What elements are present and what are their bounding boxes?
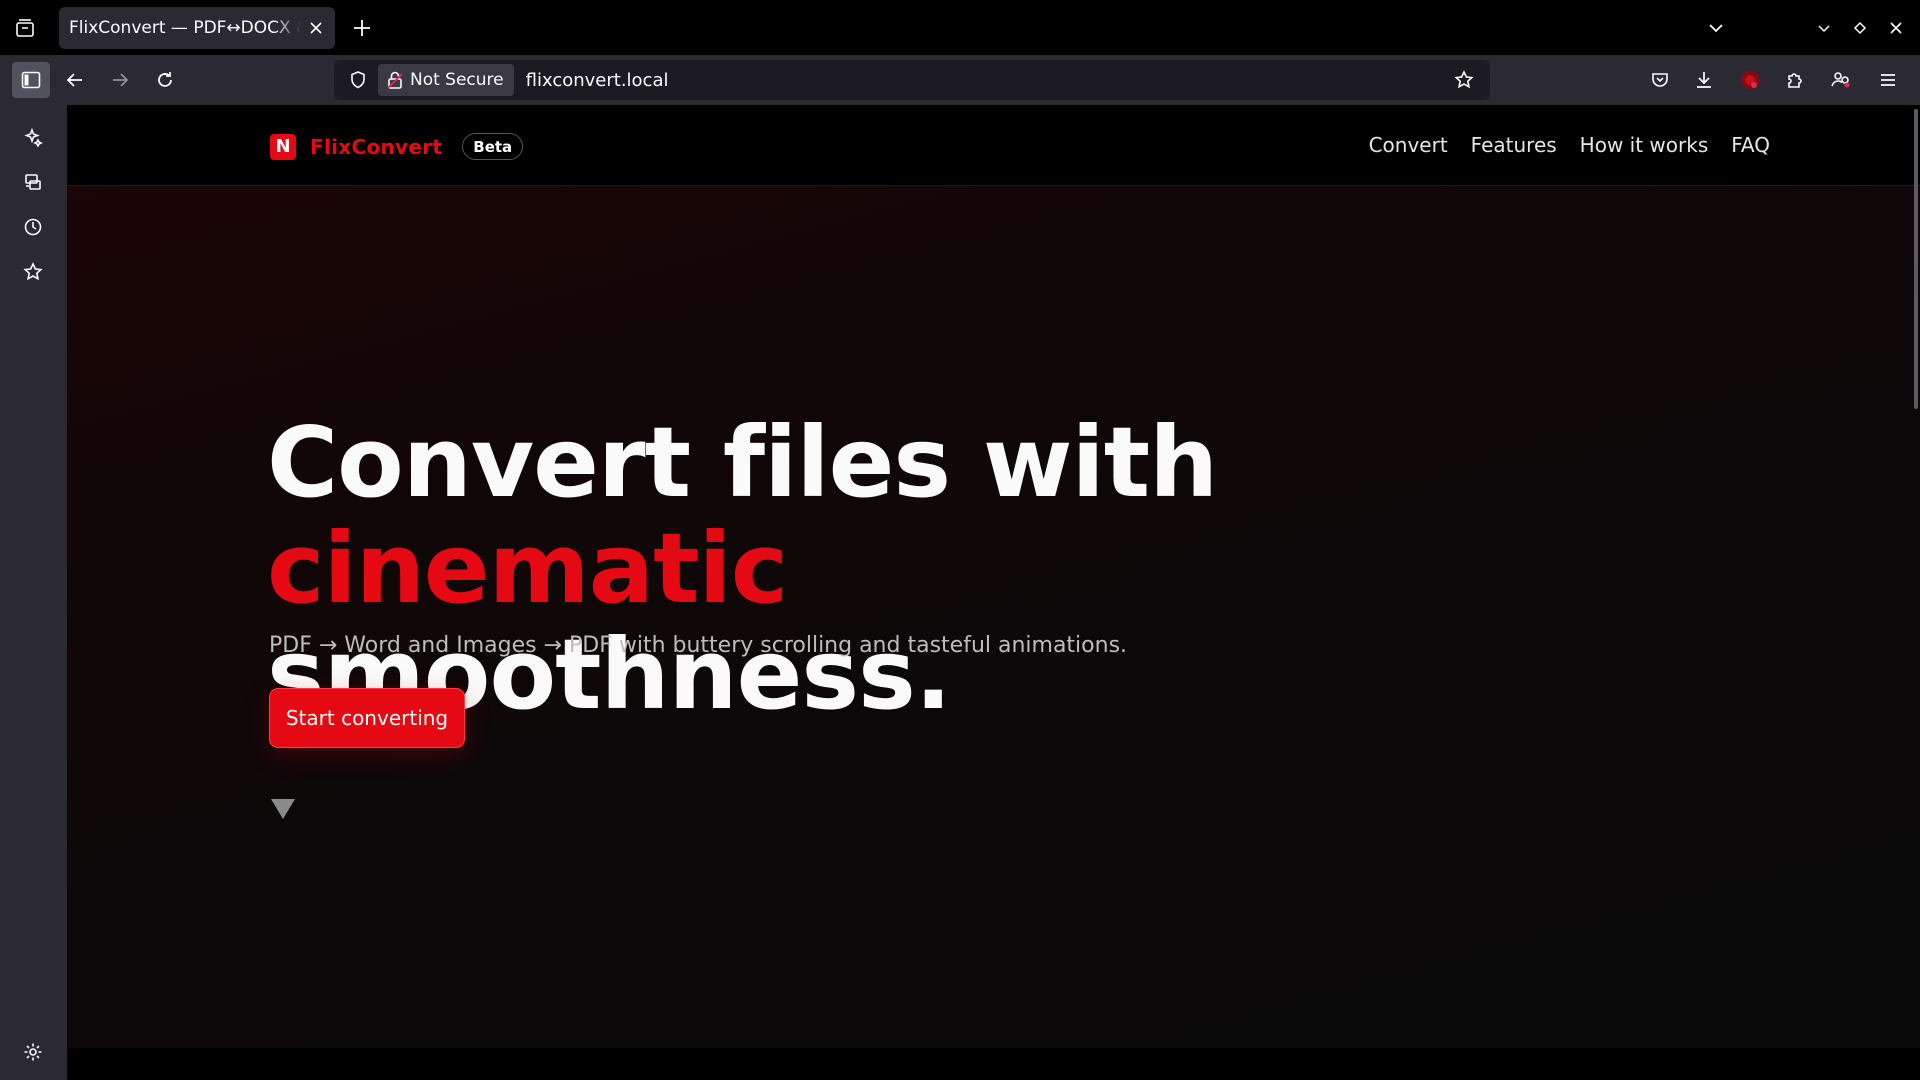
history-button[interactable]: [15, 209, 51, 245]
list-all-tabs-button[interactable]: [1698, 10, 1734, 46]
account-icon: [1831, 72, 1850, 88]
page-scrollbar[interactable]: [1912, 105, 1920, 1080]
site-header: N FlixConvert Beta Convert Features How …: [67, 105, 1920, 186]
arrow-right-icon: [113, 73, 129, 87]
tab-close-button[interactable]: [305, 17, 327, 39]
site-nav: Convert Features How it works FAQ: [1369, 133, 1770, 157]
minimize-icon: [1818, 24, 1830, 32]
bookmarks-icon: [23, 262, 43, 281]
security-label: Not Secure: [410, 70, 504, 90]
puzzle-icon: [1788, 73, 1802, 88]
extension-icon: [1741, 71, 1759, 89]
tab-overview-icon: [16, 18, 34, 37]
nav-link-how-it-works[interactable]: How it works: [1580, 133, 1709, 157]
hero-subtitle: PDF → Word and Images → PDF with buttery…: [269, 633, 1128, 658]
brand-logo: N: [270, 133, 296, 160]
bookmark-button[interactable]: [1448, 64, 1480, 96]
extensions-menu-button[interactable]: [1777, 62, 1813, 98]
tracking-protection-button[interactable]: [340, 60, 376, 100]
back-button[interactable]: [57, 62, 93, 98]
downloads-icon: [1697, 72, 1711, 88]
tab-overview-button[interactable]: [0, 0, 50, 55]
synced-tabs-icon: [25, 174, 41, 190]
extension-button[interactable]: [1732, 62, 1768, 98]
hero-title: Convert files with cinematic smoothness.: [267, 410, 1767, 728]
close-icon: [310, 22, 322, 34]
menu-icon: [1881, 74, 1895, 86]
settings-icon: [24, 1043, 42, 1061]
beta-badge: Beta: [462, 133, 524, 160]
pocket-button[interactable]: [1642, 62, 1678, 98]
synced-tabs-button[interactable]: [15, 164, 51, 200]
site-security-button[interactable]: Not Secure: [378, 64, 514, 96]
new-tab-button[interactable]: [348, 14, 376, 42]
page-footer-band: [67, 1048, 1920, 1080]
ai-chatbot-button[interactable]: [15, 119, 51, 155]
star-icon: [1454, 70, 1474, 89]
nav-link-convert[interactable]: Convert: [1369, 133, 1448, 157]
account-button[interactable]: [1823, 62, 1859, 98]
hero-title-part1: Convert files with: [267, 406, 1218, 519]
application-menu-button[interactable]: [1870, 62, 1906, 98]
url-bar[interactable]: Not Secure flixconvert.local: [334, 60, 1490, 100]
insecure-lock-icon: [387, 71, 403, 89]
sidebar-icon: [21, 71, 41, 89]
ai-chatbot-icon: [24, 127, 43, 147]
browser-sidebar: [0, 105, 67, 1080]
nav-link-features[interactable]: Features: [1471, 133, 1557, 157]
tab-bar: FlixConvert — PDF↔DOCX & Images: [0, 0, 1920, 55]
arrow-left-icon: [66, 73, 82, 87]
reload-icon: [158, 72, 172, 87]
hero-title-accent: cinematic: [267, 512, 788, 625]
close-icon: [1890, 21, 1902, 34]
start-converting-button[interactable]: Start converting: [269, 688, 465, 748]
bookmarks-button[interactable]: [15, 254, 51, 290]
close-window-button[interactable]: [1878, 10, 1914, 46]
chevron-down-icon: [1709, 23, 1723, 32]
navigation-toolbar: Not Secure flixconvert.local: [0, 55, 1920, 105]
maximize-button[interactable]: [1842, 10, 1878, 46]
plus-icon: [354, 20, 370, 36]
pocket-icon: [1652, 73, 1668, 87]
history-icon: [24, 218, 42, 236]
tab-title: FlixConvert — PDF↔DOCX & Images: [69, 18, 301, 38]
minimize-button[interactable]: [1806, 10, 1842, 46]
window-controls: [1698, 0, 1920, 55]
forward-button[interactable]: [102, 62, 138, 98]
brand-link[interactable]: N FlixConvert Beta: [270, 133, 524, 160]
shield-icon: [351, 71, 365, 89]
settings-button[interactable]: [15, 1034, 51, 1070]
scroll-down-icon[interactable]: [270, 798, 296, 820]
maximize-icon: [1853, 21, 1867, 34]
scrollbar-thumb[interactable]: [1914, 109, 1918, 409]
nav-link-faq[interactable]: FAQ: [1731, 133, 1770, 157]
reload-button[interactable]: [147, 62, 183, 98]
web-page: N FlixConvert Beta Convert Features How …: [67, 105, 1920, 1080]
downloads-button[interactable]: [1686, 62, 1722, 98]
brand-name: FlixConvert: [310, 134, 443, 159]
active-tab[interactable]: FlixConvert — PDF↔DOCX & Images: [59, 7, 335, 49]
url-text[interactable]: flixconvert.local: [526, 70, 669, 91]
sidebar-toggle-button[interactable]: [12, 62, 50, 98]
